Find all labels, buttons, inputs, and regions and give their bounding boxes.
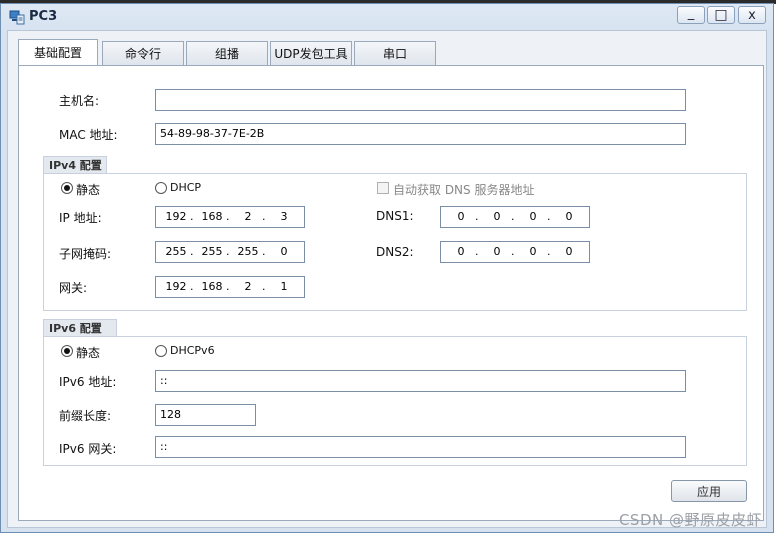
tab-basic-config[interactable]: 基础配置 (18, 39, 98, 65)
ipv4-dhcp-label: DHCP (170, 181, 202, 194)
ipv6-gateway-label: IPv6 网关: (59, 442, 117, 456)
tab-multicast[interactable]: 组播 (186, 41, 268, 65)
prefix-length-label: 前缀长度: (59, 409, 112, 423)
maximize-button[interactable]: □ (707, 6, 735, 24)
minimize-icon: _ (687, 5, 695, 21)
auto-dns-checkbox[interactable] (377, 182, 389, 194)
mac-label: MAC 地址: (59, 128, 118, 142)
ipv6-group-title: IPv6 配置 (43, 319, 117, 337)
ip-address-input[interactable]: 192. 168. 2. 3 (155, 206, 305, 228)
ipv4-group-title: IPv4 配置 (43, 156, 107, 174)
apply-label: 应用 (696, 484, 721, 499)
ipv6-address-label: IPv6 地址: (59, 375, 117, 389)
tab-label: 命令行 (124, 47, 161, 61)
ipv4-static-label: 静态 (76, 183, 101, 197)
ipv6-static-label: 静态 (76, 346, 101, 360)
hostname-label: 主机名: (59, 94, 100, 108)
subnet-mask-input[interactable]: 255. 255. 255. 0 (155, 241, 305, 263)
tab-label: 组播 (214, 47, 239, 61)
gateway-input[interactable]: 192. 168. 2. 1 (155, 276, 305, 298)
subnet-mask-label: 子网掩码: (59, 247, 112, 261)
ipv4-static-radio[interactable] (61, 182, 73, 194)
auto-dns-label: 自动获取 DNS 服务器地址 (393, 183, 535, 197)
dns2-input[interactable]: 0. 0. 0. 0 (440, 241, 590, 263)
hostname-input[interactable] (155, 89, 686, 111)
tab-label: 基础配置 (33, 46, 82, 60)
ipv6-address-input[interactable]: :: (155, 370, 686, 392)
mac-input[interactable]: 54-89-98-37-7E-2B (155, 123, 686, 145)
ipv4-dhcp-radio[interactable] (155, 182, 167, 194)
maximize-icon: □ (714, 7, 728, 23)
tab-udp-tool[interactable]: UDP发包工具 (270, 41, 352, 65)
ipv6-gateway-input[interactable]: :: (155, 436, 686, 458)
window-content: 基础配置 命令行 组播 UDP发包工具 串口 主机名: MAC 地址: 54-8… (7, 30, 767, 528)
ipv6-dhcp-label: DHCPv6 (170, 344, 215, 357)
dns1-label: DNS1: (376, 209, 414, 223)
basic-config-panel: 主机名: MAC 地址: 54-89-98-37-7E-2B IPv4 配置 静… (18, 65, 764, 521)
watermark-text: CSDN @野原皮皮虾 (618, 511, 762, 529)
pc3-window: PC3 _ □ x 基础配置 命令行 组播 UDP发包工具 串口 主机名: MA… (0, 3, 774, 533)
prefix-length-input[interactable]: 128 (155, 404, 256, 426)
dns1-input[interactable]: 0. 0. 0. 0 (440, 206, 590, 228)
tab-label: 串口 (382, 47, 407, 61)
dns2-label: DNS2: (376, 245, 414, 259)
ipv6-dhcp-radio[interactable] (155, 345, 167, 357)
ip-address-label: IP 地址: (59, 211, 102, 225)
ipv6-static-radio[interactable] (61, 345, 73, 357)
close-button[interactable]: x (738, 6, 766, 24)
apply-button[interactable]: 应用 (671, 480, 747, 502)
gateway-label: 网关: (59, 281, 88, 295)
close-icon: x (748, 7, 756, 23)
pc-app-icon (9, 10, 25, 25)
tab-command-line[interactable]: 命令行 (102, 41, 184, 65)
minimize-button[interactable]: _ (677, 6, 705, 24)
title-bar[interactable]: PC3 _ □ x (1, 4, 773, 30)
tab-label: UDP发包工具 (274, 47, 348, 61)
tab-serial[interactable]: 串口 (354, 41, 436, 65)
window-title: PC3 (29, 9, 58, 24)
